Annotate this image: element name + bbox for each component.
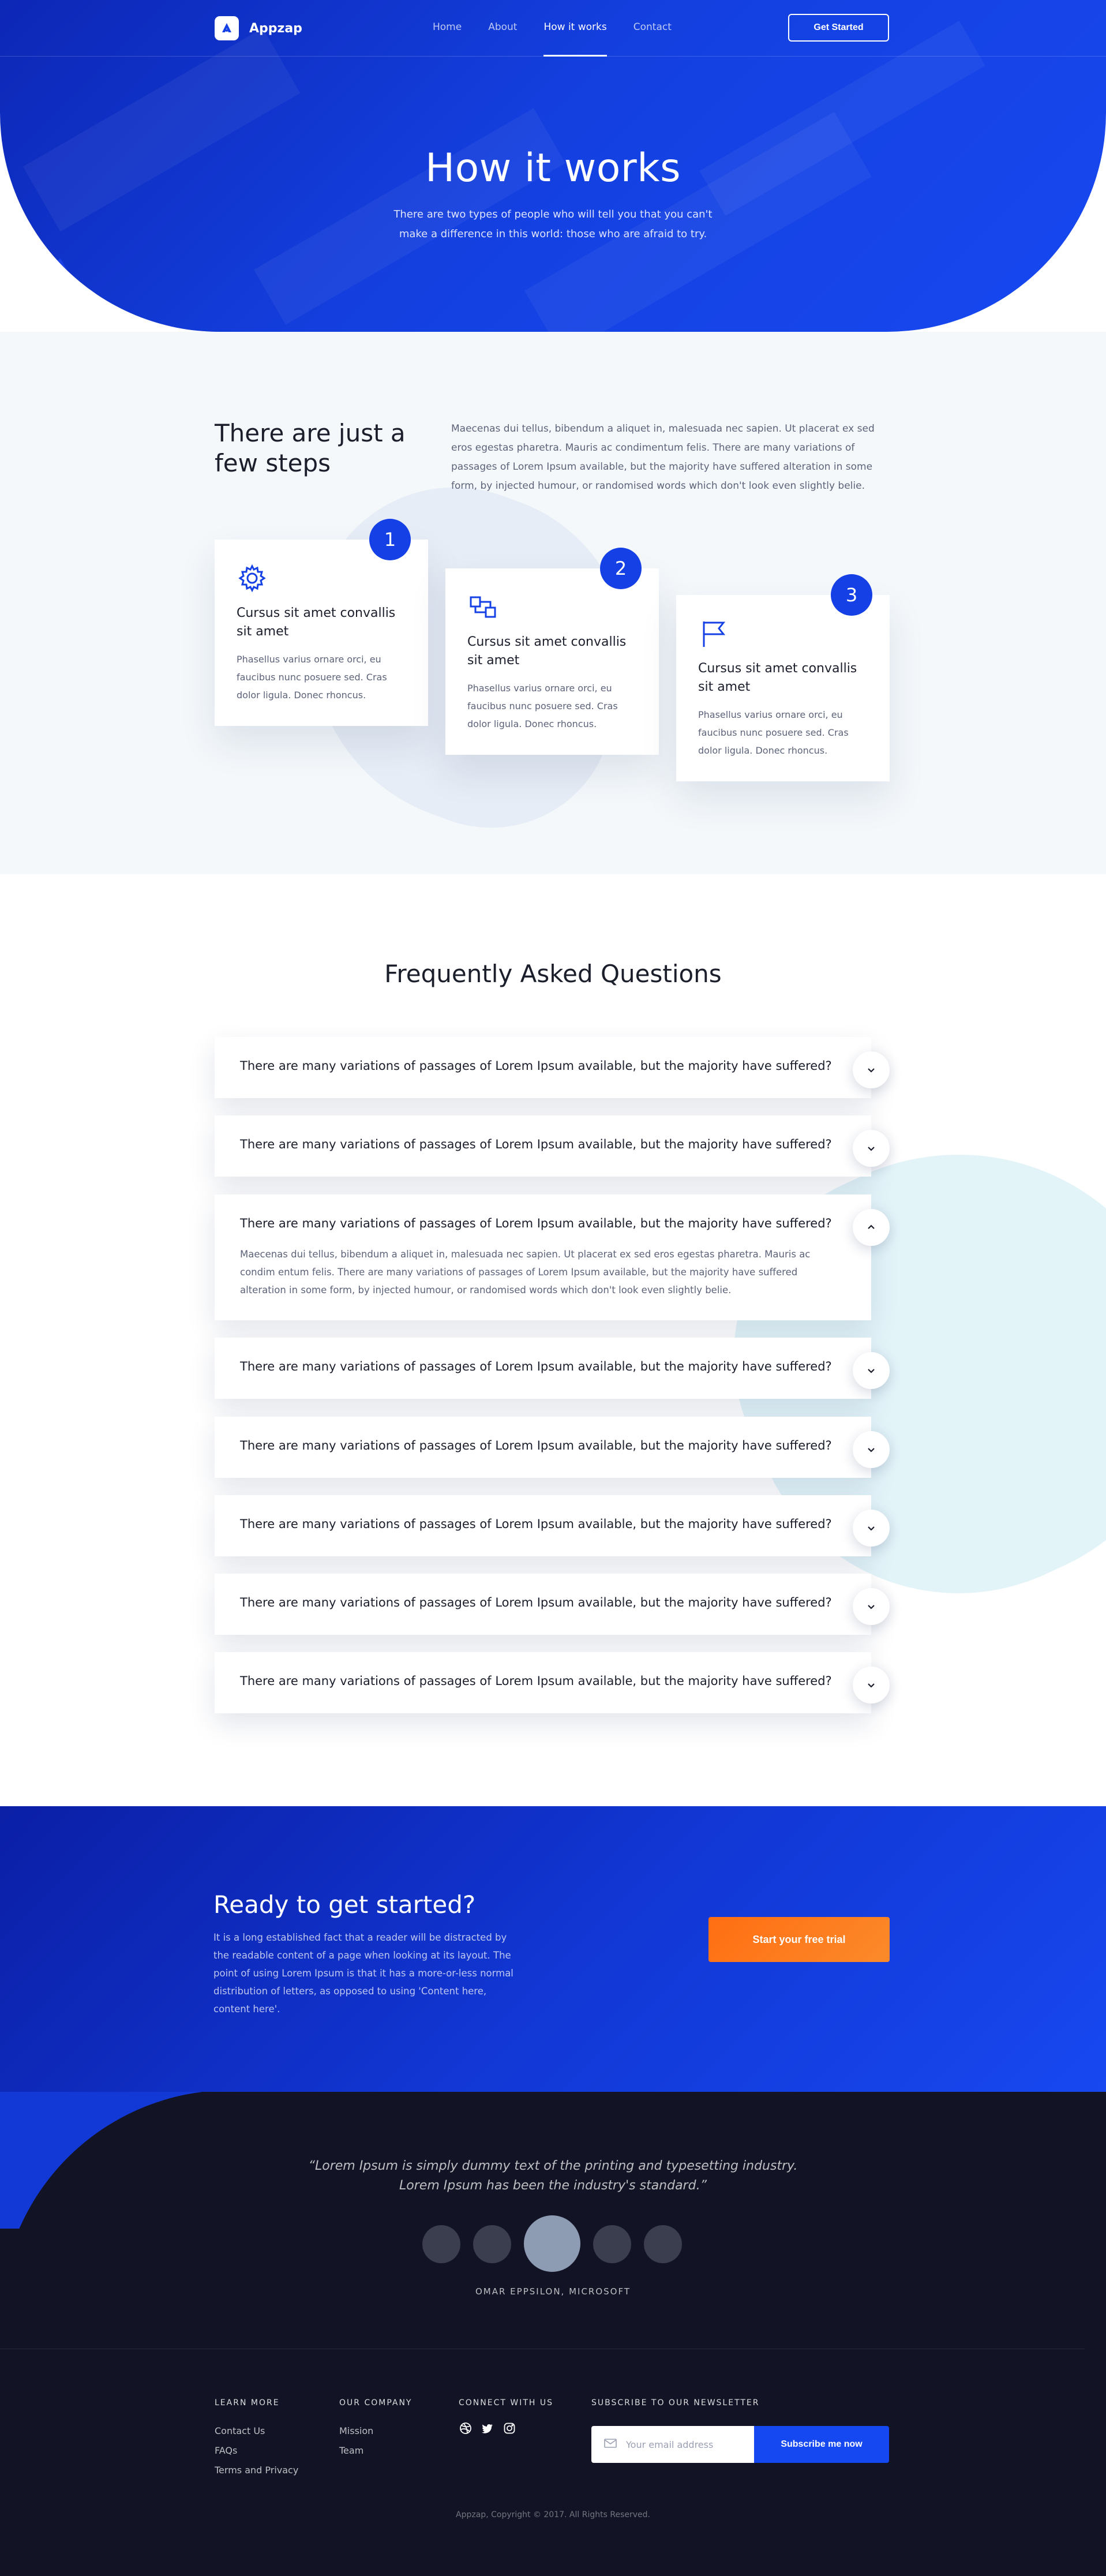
avatar[interactable] (644, 2225, 682, 2263)
faq-item[interactable]: There are many variations of passages of… (215, 1495, 890, 1556)
faq-question: There are many variations of passages of… (240, 1439, 832, 1452)
footer-link-team[interactable]: Team (339, 2441, 412, 2461)
faq-item[interactable]: There are many variations of passages of… (215, 1574, 890, 1635)
hero-decor-shape (20, 259, 95, 332)
newsletter-form: Subscribe me now (591, 2426, 889, 2463)
testimonial-author: OMAR EPPSILON, MICROSOFT (475, 2286, 631, 2297)
footer-link-faqs[interactable]: FAQs (215, 2441, 298, 2461)
avatar-active[interactable] (524, 2215, 580, 2272)
footer-col-connect: CONNECT WITH US (459, 2398, 553, 2435)
step-title: Cursus sit amet convallis sit amet (237, 606, 396, 639)
chevron-down-icon[interactable] (853, 1130, 890, 1167)
faq-question: There are many variations of passages of… (240, 1517, 832, 1531)
cta-section: Ready to get started? It is a long estab… (0, 1806, 1106, 2092)
newsletter-input-wrapper (591, 2426, 754, 2463)
subscribe-button[interactable]: Subscribe me now (754, 2426, 889, 2463)
brand-name: Appzap (249, 21, 302, 36)
footer-link-terms[interactable]: Terms and Privacy (215, 2461, 298, 2480)
avatar[interactable] (593, 2225, 631, 2263)
faq-question: There are many variations of passages of… (240, 1059, 832, 1073)
page-title: How it works (425, 145, 681, 191)
step-title: Cursus sit amet convallis sit amet (698, 661, 857, 694)
steps-title: There are just a few steps (215, 419, 406, 477)
hero-section: Appzap Home About How it works Contact G… (0, 0, 1106, 332)
footer-link-contact-us[interactable]: Contact Us (215, 2421, 298, 2441)
faq-answer: Maecenas dui tellus, bibendum a aliquet … (240, 1249, 811, 1296)
avatar[interactable] (473, 2225, 511, 2263)
faq-section: Frequently Asked Questions There are man… (0, 874, 1106, 1806)
connect-icon (467, 591, 498, 623)
hero-subtitle: There are two types of people who will t… (393, 208, 713, 240)
start-free-trial-button[interactable]: Start your free trial (708, 1917, 890, 1962)
step-text: Phasellus varius ornare orci, eu faucibu… (467, 683, 618, 729)
faq-question: There are many variations of passages of… (240, 1137, 832, 1151)
step-number-badge: 1 (369, 519, 411, 560)
faq-item[interactable]: There are many variations of passages of… (215, 1652, 890, 1713)
footer-section: “Lorem Ipsum is simply dummy text of the… (0, 2092, 1106, 2576)
nav-links: Home About How it works Contact (433, 21, 698, 57)
chevron-down-icon[interactable] (853, 1510, 890, 1547)
chevron-down-icon[interactable] (853, 1431, 890, 1468)
footer-col-newsletter: SUBSCRIBE TO OUR NEWSLETTER (591, 2398, 760, 2421)
testimonial-quote: “Lorem Ipsum is simply dummy text of the… (308, 2159, 798, 2193)
step-title: Cursus sit amet convallis sit amet (467, 635, 627, 668)
footer-col-title: SUBSCRIBE TO OUR NEWSLETTER (591, 2398, 760, 2407)
instagram-icon[interactable] (503, 2421, 516, 2435)
chevron-down-icon[interactable] (853, 1352, 890, 1389)
step-number-badge: 3 (831, 574, 872, 616)
nav-link-contact[interactable]: Contact (633, 21, 672, 33)
dribbble-icon[interactable] (459, 2421, 473, 2435)
hero-decor-shape (23, 28, 301, 232)
copyright: Appzap, Copyright © 2017. All Rights Res… (456, 2510, 650, 2519)
faq-item-expanded[interactable]: There are many variations of passages of… (215, 1195, 890, 1320)
step-card: 2 Cursus sit amet convallis sit amet Pha… (445, 548, 659, 755)
logo-icon (215, 16, 239, 40)
footer-col-title: CONNECT WITH US (459, 2398, 553, 2407)
chevron-up-icon[interactable] (853, 1209, 890, 1246)
faq-item[interactable]: There are many variations of passages of… (215, 1417, 890, 1478)
nav-link-home[interactable]: Home (433, 21, 462, 33)
faq-question: There are many variations of passages of… (240, 1596, 832, 1609)
faq-question: There are many variations of passages of… (240, 1216, 832, 1230)
footer-col-company: OUR COMPANY Mission Team (339, 2398, 412, 2461)
step-card: 3 Cursus sit amet convallis sit amet Pha… (676, 574, 890, 781)
step-text: Phasellus varius ornare orci, eu faucibu… (698, 709, 849, 756)
faq-item[interactable]: There are many variations of passages of… (215, 1115, 890, 1177)
brand-logo[interactable]: Appzap (215, 16, 302, 40)
cta-title: Ready to get started? (213, 1890, 476, 1919)
footer-col-title: LEARN MORE (215, 2398, 280, 2407)
testimonial-avatars (422, 2211, 683, 2272)
top-nav: Appzap Home About How it works Contact G… (0, 0, 1106, 57)
footer-col-learn-more: LEARN MORE Contact Us FAQs Terms and Pri… (215, 2398, 298, 2480)
get-started-button[interactable]: Get Started (788, 14, 889, 42)
step-text: Phasellus varius ornare orci, eu faucibu… (237, 654, 387, 701)
avatar[interactable] (422, 2225, 460, 2263)
mail-icon (604, 2439, 617, 2450)
nav-link-how-it-works[interactable]: How it works (543, 21, 608, 57)
faq-question: There are many variations of passages of… (240, 1360, 832, 1373)
footer-col-title: OUR COMPANY (339, 2398, 413, 2407)
step-card: 1 Cursus sit amet convallis sit amet Pha… (215, 519, 428, 726)
newsletter-email-input[interactable] (626, 2439, 747, 2450)
social-links (459, 2421, 553, 2435)
chevron-down-icon[interactable] (853, 1667, 890, 1703)
faq-item[interactable]: There are many variations of passages of… (215, 1338, 890, 1399)
chevron-down-icon[interactable] (853, 1588, 890, 1625)
cta-text: It is a long established fact that a rea… (213, 1932, 513, 2015)
faq-title: Frequently Asked Questions (384, 960, 722, 988)
nav-link-about[interactable]: About (488, 21, 517, 33)
twitter-icon[interactable] (481, 2421, 494, 2435)
footer-link-mission[interactable]: Mission (339, 2421, 412, 2441)
gear-icon (237, 563, 268, 594)
faq-item[interactable]: There are many variations of passages of… (215, 1037, 890, 1098)
chevron-down-icon[interactable] (853, 1051, 890, 1088)
flag-icon (698, 618, 729, 649)
step-number-badge: 2 (600, 548, 642, 589)
steps-section: There are just a few steps Maecenas dui … (0, 332, 1106, 874)
faq-question: There are many variations of passages of… (240, 1674, 832, 1688)
steps-intro: Maecenas dui tellus, bibendum a aliquet … (451, 423, 875, 492)
